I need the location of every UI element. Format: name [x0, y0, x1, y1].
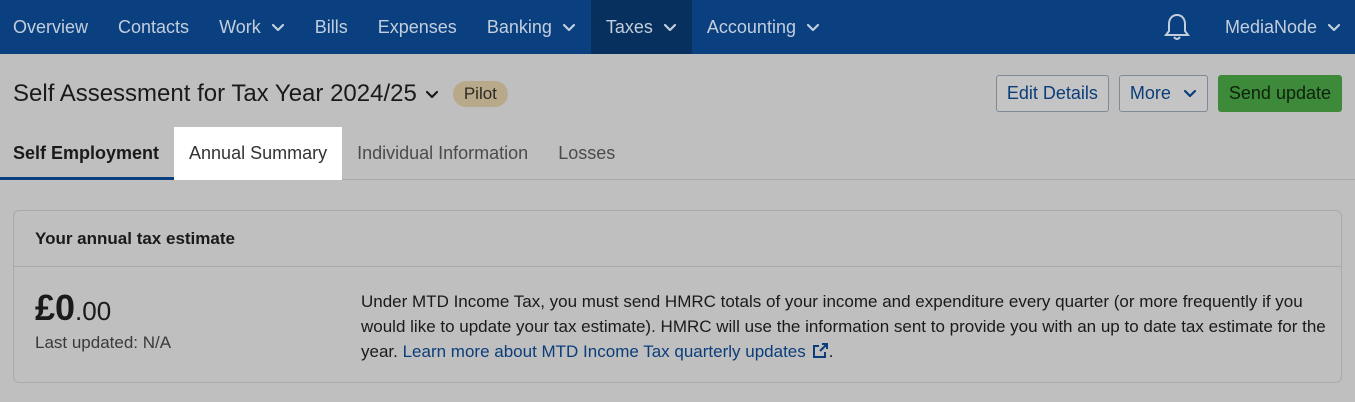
send-update-label: Send update	[1228, 83, 1331, 103]
user-menu[interactable]: MediaNode	[1209, 0, 1355, 54]
card-title: Your annual tax estimate	[14, 211, 1341, 267]
nav-work-label: Work	[219, 16, 261, 37]
tab-losses[interactable]: Losses	[543, 127, 630, 180]
nav-expenses-label: Expenses	[377, 16, 457, 37]
amount-main: £0	[35, 287, 76, 328]
chevron-down-icon	[1183, 89, 1197, 98]
more-label: More	[1129, 83, 1171, 103]
header-actions: Edit Details More Send update	[995, 75, 1342, 112]
nav-banking-label: Banking	[486, 16, 552, 37]
tab-individual-information[interactable]: Individual Information	[342, 127, 543, 180]
card-description: Under MTD Income Tax, you must send HMRC…	[361, 289, 1329, 366]
edit-details-label: Edit Details	[1006, 83, 1098, 103]
tab-label: Annual Summary	[189, 143, 328, 163]
nav-overview[interactable]: Overview	[0, 0, 103, 54]
nav-overview-label: Overview	[13, 16, 89, 37]
chevron-down-icon	[562, 23, 576, 32]
chevron-down-icon	[1327, 23, 1341, 32]
nav-accounting-label: Accounting	[706, 16, 796, 37]
page-header: Self Assessment for Tax Year 2024/25 Pil…	[0, 54, 1355, 180]
nav-bills[interactable]: Bills	[300, 0, 363, 54]
card-body: £0.00 Last updated: N/A Under MTD Income…	[14, 267, 1341, 383]
page-title[interactable]: Self Assessment for Tax Year 2024/25	[13, 80, 417, 108]
chevron-down-icon[interactable]	[425, 90, 439, 99]
nav-contacts-label: Contacts	[118, 16, 190, 37]
nav-bills-label: Bills	[314, 16, 348, 37]
tab-label: Self Employment	[13, 143, 160, 163]
chevron-down-icon	[806, 23, 820, 32]
nav-taxes[interactable]: Taxes	[590, 0, 692, 54]
title-row: Self Assessment for Tax Year 2024/25 Pil…	[13, 80, 508, 108]
external-link-icon	[812, 341, 829, 366]
tab-annual-summary[interactable]: Annual Summary	[174, 127, 343, 180]
tab-bar: Self Employment Annual Summary Individua…	[0, 127, 630, 180]
notifications-bell-icon[interactable]	[1145, 0, 1209, 54]
nav-taxes-label: Taxes	[605, 16, 653, 37]
tab-label: Individual Information	[357, 143, 529, 163]
chevron-down-icon	[271, 23, 285, 32]
top-nav: Overview Contacts Work Bills Expenses Ba…	[0, 0, 1355, 54]
description-trailing: .	[828, 342, 834, 361]
tab-label: Losses	[558, 143, 616, 163]
more-button[interactable]: More	[1118, 75, 1208, 112]
learn-more-label: Learn more about MTD Income Tax quarterl…	[402, 342, 806, 361]
nav-contacts[interactable]: Contacts	[103, 0, 204, 54]
nav-expenses[interactable]: Expenses	[363, 0, 472, 54]
tax-estimate-amount: £0.00	[35, 287, 111, 329]
last-updated: Last updated: N/A	[35, 333, 172, 352]
nav-work[interactable]: Work	[204, 0, 300, 54]
edit-details-button[interactable]: Edit Details	[995, 75, 1109, 112]
send-update-button[interactable]: Send update	[1217, 75, 1342, 112]
user-menu-label: MediaNode	[1224, 16, 1317, 37]
nav-banking[interactable]: Banking	[472, 0, 591, 54]
learn-more-link[interactable]: Learn more about MTD Income Tax quarterl…	[403, 342, 829, 361]
amount-pence: .00	[75, 296, 112, 326]
nav-accounting[interactable]: Accounting	[692, 0, 835, 54]
status-badge: Pilot	[452, 81, 508, 107]
tab-self-employment[interactable]: Self Employment	[0, 127, 175, 180]
tax-estimate-card: Your annual tax estimate £0.00 Last upda…	[13, 210, 1342, 383]
chevron-down-icon	[663, 23, 677, 32]
